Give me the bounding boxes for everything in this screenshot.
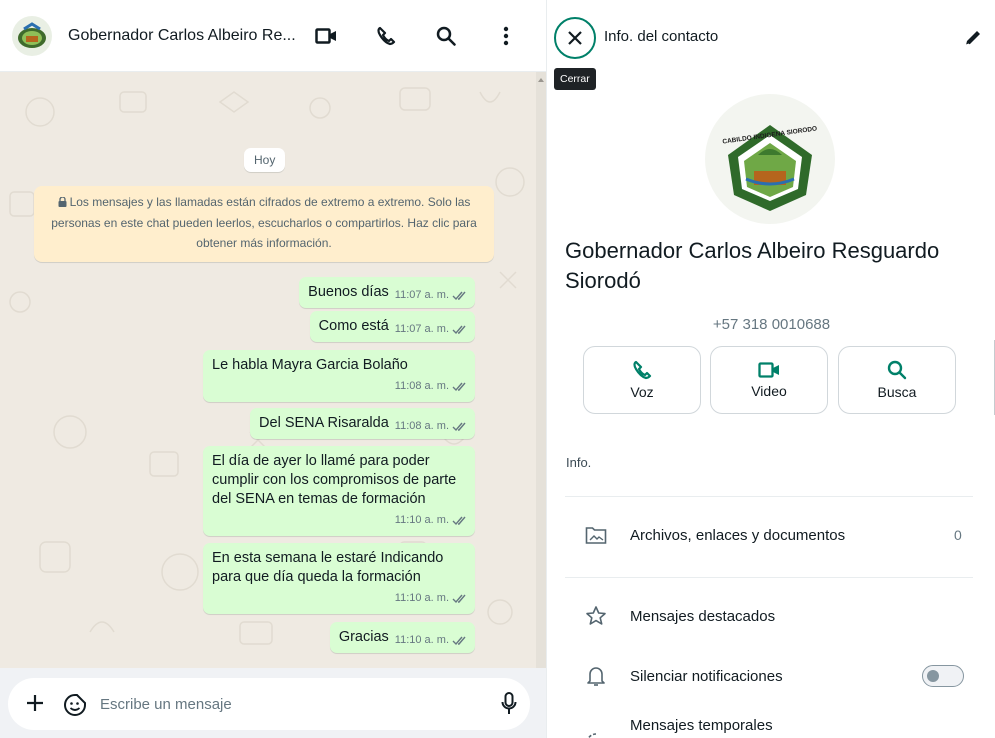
message-time: 11:08 a. m. [394, 420, 449, 432]
close-tooltip: Cerrar [554, 68, 596, 90]
voice-call-button[interactable]: Voz [583, 346, 701, 414]
section-divider [565, 496, 973, 497]
message-bubble[interactable]: Del SENA Risaralda 11:08 a. m. [250, 408, 475, 439]
close-icon [568, 31, 582, 45]
message-text: Del SENA Risaralda [259, 415, 389, 431]
microphone-icon[interactable] [496, 690, 522, 718]
encryption-notice[interactable]: Los mensajes y las llamadas están cifrad… [34, 186, 494, 262]
cabildo-logo-icon [18, 21, 46, 48]
cabildo-logo-icon: CABILDO INDIGENA SIORODO [722, 125, 818, 211]
sticker-icon[interactable] [62, 692, 88, 718]
phone-call-icon[interactable] [366, 16, 406, 56]
menu-dots-icon[interactable] [486, 16, 526, 56]
chat-pane: Gobernador Carlos Albeiro Re... Hoy Los … [0, 0, 546, 738]
info-section-label: Info. [566, 455, 592, 470]
double-check-icon [452, 382, 466, 391]
video-call-label: Video [751, 383, 787, 399]
scroll-up-arrow-icon[interactable] [538, 76, 544, 86]
video-icon [758, 362, 779, 378]
chat-title[interactable]: Gobernador Carlos Albeiro Re... [68, 27, 298, 45]
video-call-button[interactable]: Video [710, 346, 828, 414]
double-check-icon [452, 291, 466, 300]
mute-notifications-label: Silenciar notificaciones [630, 667, 783, 685]
mute-notifications-toggle[interactable] [922, 665, 964, 687]
day-separator: Hoy [244, 148, 286, 172]
star-icon [584, 604, 608, 628]
voice-call-label: Voz [630, 384, 654, 400]
message-bubble[interactable]: El día de ayer lo llamé para poder cumpl… [203, 446, 475, 536]
chat-scrollbar[interactable] [536, 72, 546, 678]
message-text: Le habla Mayra Garcia Bolaño [212, 357, 408, 373]
temporary-messages-label: Mensajes temporales [630, 717, 773, 734]
contact-photo[interactable]: CABILDO INDIGENA SIORODO [705, 94, 835, 224]
toggle-knob [927, 670, 939, 682]
temporary-messages-row[interactable]: Mensajes temporales [547, 713, 995, 738]
message-text: En esta semana le estaré Indicando para … [212, 550, 444, 585]
starred-messages-row[interactable]: Mensajes destacados [547, 596, 995, 636]
info-panel-title: Info. del contacto [604, 28, 719, 45]
starred-messages-label: Mensajes destacados [630, 607, 776, 625]
timer-icon [584, 731, 608, 738]
chat-header: Gobernador Carlos Albeiro Re... [0, 0, 546, 72]
message-bubble[interactable]: En esta semana le estaré Indicando para … [203, 543, 475, 614]
edit-pencil-icon[interactable] [961, 26, 985, 50]
message-text: Gracias [338, 629, 389, 645]
contact-info-pane: Info. del contacto Cerrar CABILDO INDIGE… [546, 0, 995, 738]
message-bubble[interactable]: Gracias 11:10 a. m. [329, 622, 475, 653]
message-text: Buenos días [308, 284, 389, 300]
search-icon[interactable] [426, 16, 466, 56]
bell-icon [584, 664, 608, 688]
message-bubble[interactable]: Como está 11:07 a. m. [309, 311, 475, 342]
attach-plus-icon[interactable] [22, 690, 48, 716]
contact-name: Gobernador Carlos Albeiro Resguardo Sior… [565, 238, 940, 293]
message-time: 11:10 a. m. [394, 592, 449, 604]
contact-phone: +57 318 0010688 [712, 316, 831, 333]
double-check-icon [452, 422, 466, 431]
double-check-icon [452, 594, 466, 603]
search-in-chat-label: Busca [877, 384, 917, 400]
message-time: 11:08 a. m. [394, 380, 449, 392]
close-button[interactable] [554, 17, 596, 59]
message-bubble[interactable]: Buenos días 11:07 a. m. [299, 277, 475, 308]
message-time: 11:07 a. m. [394, 289, 449, 301]
encryption-notice-text: Los mensajes y las llamadas están cifrad… [51, 195, 477, 250]
message-time: 11:07 a. m. [394, 323, 449, 335]
search-icon [887, 360, 907, 380]
lock-icon [58, 193, 67, 213]
files-count: 0 [954, 527, 962, 543]
message-input[interactable] [100, 690, 480, 718]
folder-icon [584, 523, 608, 547]
message-time: 11:10 a. m. [394, 514, 449, 526]
search-in-chat-button[interactable]: Busca [838, 346, 956, 414]
section-divider [565, 577, 973, 578]
double-check-icon [452, 325, 466, 334]
mute-notifications-row[interactable]: Silenciar notificaciones [547, 656, 995, 696]
double-check-icon [452, 636, 466, 645]
files-links-docs-label: Archivos, enlaces y documentos [630, 526, 846, 544]
phone-icon [633, 360, 652, 380]
contact-avatar[interactable] [12, 15, 52, 56]
message-text: El día de ayer lo llamé para poder cumpl… [212, 453, 457, 507]
message-time: 11:10 a. m. [394, 634, 449, 646]
files-links-docs-row[interactable]: Archivos, enlaces y documentos 0 [547, 515, 995, 555]
message-text: Como está [318, 318, 389, 334]
double-check-icon [452, 516, 466, 525]
message-bubble[interactable]: Le habla Mayra Garcia Bolaño 11:08 a. m. [203, 350, 475, 402]
video-call-icon[interactable] [306, 16, 346, 56]
